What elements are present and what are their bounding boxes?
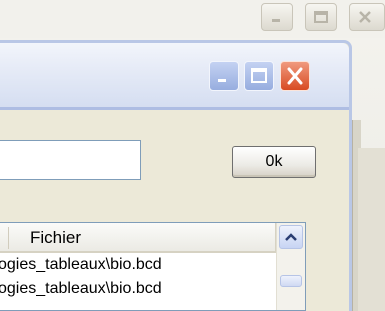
list-item-filename: ogies_tableaux\bio.bcd [0,256,162,273]
list-header: Fichier [0,223,276,253]
list-scrollbar[interactable] [276,223,305,310]
background-minimize-button[interactable] [261,3,293,31]
minimize-button[interactable] [209,61,239,91]
dialog-titlebar[interactable] [0,43,349,107]
background-window-titlebar [0,0,385,38]
minimize-icon [218,79,226,82]
background-maximize-button[interactable] [305,3,337,31]
maximize-icon [314,11,328,23]
maximize-button[interactable] [244,61,274,91]
background-panel [358,148,385,311]
path-input[interactable] [0,140,141,180]
close-button[interactable] [280,61,310,91]
close-icon [359,11,371,23]
file-list[interactable]: Fichier ogies_tableaux\bio.bcd ogies_tab… [0,222,306,311]
background-close-button[interactable] [349,3,385,31]
ok-button[interactable]: 0k [232,146,316,178]
close-icon [287,67,303,85]
column-header-fichier[interactable]: Fichier [30,228,81,248]
maximize-icon [251,68,267,83]
list-item[interactable]: ogies_tableaux\bio.bcd [0,279,276,302]
chevron-up-icon [285,233,297,241]
minimize-icon [272,19,280,22]
list-item-filename: ogies_tableaux\bio.bcd [0,280,162,297]
list-item[interactable]: ogies_tableaux\bio.bcd [0,255,276,278]
scroll-thumb[interactable] [280,275,302,287]
scroll-up-button[interactable] [279,225,303,249]
column-divider[interactable] [8,227,9,249]
